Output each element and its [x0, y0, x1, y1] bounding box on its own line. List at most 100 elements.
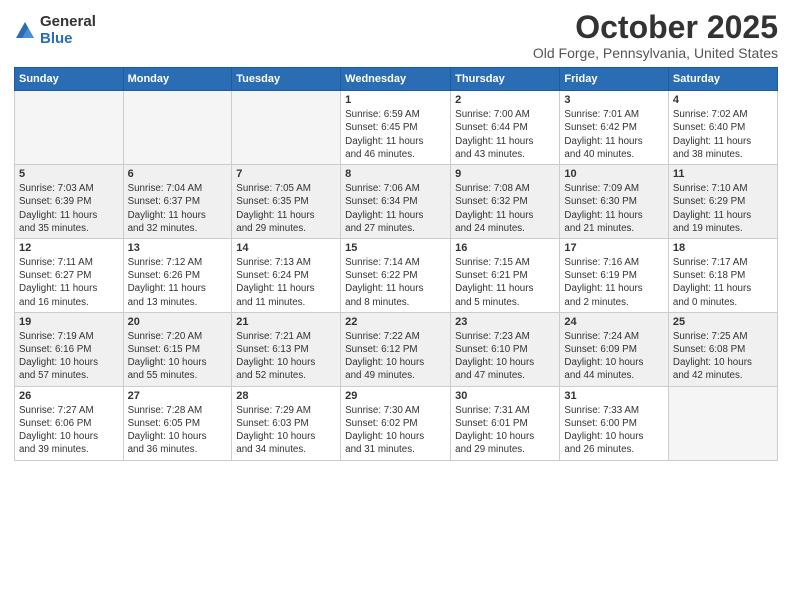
header: General Blue October 2025 Old Forge, Pen…	[14, 10, 778, 61]
table-row: 31 Sunrise: 7:33 AMSunset: 6:00 PMDayligh…	[560, 386, 668, 460]
table-row: 28 Sunrise: 7:29 AMSunset: 6:03 PMDayligh…	[232, 386, 341, 460]
table-row: 4 Sunrise: 7:02 AMSunset: 6:40 PMDaylight…	[668, 91, 777, 165]
day-info: Sunrise: 7:10 AMSunset: 6:29 PMDaylight:…	[673, 182, 773, 235]
table-row: 14 Sunrise: 7:13 AMSunset: 6:24 PMDayligh…	[232, 238, 341, 312]
day-number: 18	[673, 242, 773, 254]
day-info: Sunrise: 7:03 AMSunset: 6:39 PMDaylight:…	[19, 182, 119, 235]
header-saturday: Saturday	[668, 68, 777, 91]
day-number: 12	[19, 242, 119, 254]
day-number: 15	[345, 242, 446, 254]
table-row: 6 Sunrise: 7:04 AMSunset: 6:37 PMDaylight…	[123, 165, 232, 239]
table-row	[232, 91, 341, 165]
table-row: 17Sunrise: 7:16 AMSunset: 6:19 PMDayligh…	[560, 238, 668, 312]
table-row: 5Sunrise: 7:03 AMSunset: 6:39 PMDaylight…	[15, 165, 124, 239]
day-info: Sunrise: 7:19 AMSunset: 6:16 PMDaylight:…	[19, 330, 119, 383]
day-number: 31	[564, 390, 663, 402]
table-row: 13 Sunrise: 7:12 AMSunset: 6:26 PMDayligh…	[123, 238, 232, 312]
header-sunday: Sunday	[15, 68, 124, 91]
day-number: 14	[236, 242, 336, 254]
table-row: 18Sunrise: 7:17 AMSunset: 6:18 PMDayligh…	[668, 238, 777, 312]
day-number: 8	[345, 168, 446, 180]
day-number: 10	[564, 168, 663, 180]
table-row	[668, 386, 777, 460]
table-row: 21 Sunrise: 7:21 AMSunset: 6:13 PMDayligh…	[232, 312, 341, 386]
day-number: 28	[236, 390, 336, 402]
day-info: Sunrise: 7:11 AMSunset: 6:27 PMDaylight:…	[19, 256, 119, 309]
table-row: 11 Sunrise: 7:10 AMSunset: 6:29 PMDayligh…	[668, 165, 777, 239]
table-row: 15 Sunrise: 7:14 AMSunset: 6:22 PMDayligh…	[341, 238, 451, 312]
table-row: 30 Sunrise: 7:31 AMSunset: 6:01 PMDayligh…	[451, 386, 560, 460]
day-number: 27	[128, 390, 228, 402]
day-info: Sunrise: 7:29 AMSunset: 6:03 PMDaylight:…	[236, 404, 336, 457]
header-tuesday: Tuesday	[232, 68, 341, 91]
day-info: Sunrise: 7:06 AMSunset: 6:34 PMDaylight:…	[345, 182, 446, 235]
calendar-week-row: 26 Sunrise: 7:27 AMSunset: 6:06 PMDayligh…	[15, 386, 778, 460]
day-number: 6	[128, 168, 228, 180]
logo-general: General	[40, 14, 96, 31]
day-info: Sunrise: 7:13 AMSunset: 6:24 PMDaylight:…	[236, 256, 336, 309]
logo-blue: Blue	[40, 31, 96, 48]
table-row: 10 Sunrise: 7:09 AMSunset: 6:30 PMDayligh…	[560, 165, 668, 239]
day-info: Sunrise: 7:15 AMSunset: 6:21 PMDaylight:…	[455, 256, 555, 309]
header-friday: Friday	[560, 68, 668, 91]
day-info: Sunrise: 7:04 AMSunset: 6:37 PMDaylight:…	[128, 182, 228, 235]
day-info: Sunrise: 7:23 AMSunset: 6:10 PMDaylight:…	[455, 330, 555, 383]
table-row: 7 Sunrise: 7:05 AMSunset: 6:35 PMDaylight…	[232, 165, 341, 239]
table-row: 24Sunrise: 7:24 AMSunset: 6:09 PMDayligh…	[560, 312, 668, 386]
day-number: 21	[236, 316, 336, 328]
day-number: 25	[673, 316, 773, 328]
table-row: 25 Sunrise: 7:25 AMSunset: 6:08 PMDayligh…	[668, 312, 777, 386]
calendar-week-row: 5Sunrise: 7:03 AMSunset: 6:39 PMDaylight…	[15, 165, 778, 239]
day-info: Sunrise: 7:30 AMSunset: 6:02 PMDaylight:…	[345, 404, 446, 457]
day-number: 16	[455, 242, 555, 254]
day-number: 19	[19, 316, 119, 328]
day-info: Sunrise: 7:22 AMSunset: 6:12 PMDaylight:…	[345, 330, 446, 383]
day-info: Sunrise: 7:14 AMSunset: 6:22 PMDaylight:…	[345, 256, 446, 309]
day-info: Sunrise: 7:02 AMSunset: 6:40 PMDaylight:…	[673, 108, 773, 161]
day-number: 29	[345, 390, 446, 402]
day-info: Sunrise: 7:25 AMSunset: 6:08 PMDaylight:…	[673, 330, 773, 383]
day-number: 2	[455, 94, 555, 106]
table-row: 16 Sunrise: 7:15 AMSunset: 6:21 PMDayligh…	[451, 238, 560, 312]
logo: General Blue	[14, 14, 96, 47]
day-info: Sunrise: 7:27 AMSunset: 6:06 PMDaylight:…	[19, 404, 119, 457]
logo-text: General Blue	[40, 14, 96, 47]
day-number: 11	[673, 168, 773, 180]
calendar-table: Sunday Monday Tuesday Wednesday Thursday…	[14, 67, 778, 460]
day-number: 30	[455, 390, 555, 402]
day-number: 4	[673, 94, 773, 106]
day-info: Sunrise: 7:24 AMSunset: 6:09 PMDaylight:…	[564, 330, 663, 383]
table-row: 27 Sunrise: 7:28 AMSunset: 6:05 PMDayligh…	[123, 386, 232, 460]
day-info: Sunrise: 7:09 AMSunset: 6:30 PMDaylight:…	[564, 182, 663, 235]
calendar-header-row: Sunday Monday Tuesday Wednesday Thursday…	[15, 68, 778, 91]
day-number: 7	[236, 168, 336, 180]
table-row: 12 Sunrise: 7:11 AMSunset: 6:27 PMDayligh…	[15, 238, 124, 312]
day-info: Sunrise: 7:05 AMSunset: 6:35 PMDaylight:…	[236, 182, 336, 235]
header-thursday: Thursday	[451, 68, 560, 91]
page: General Blue October 2025 Old Forge, Pen…	[0, 0, 792, 612]
day-number: 23	[455, 316, 555, 328]
day-info: Sunrise: 7:21 AMSunset: 6:13 PMDaylight:…	[236, 330, 336, 383]
day-info: Sunrise: 6:59 AMSunset: 6:45 PMDaylight:…	[345, 108, 446, 161]
table-row: 2Sunrise: 7:00 AMSunset: 6:44 PMDaylight…	[451, 91, 560, 165]
day-info: Sunrise: 7:33 AMSunset: 6:00 PMDaylight:…	[564, 404, 663, 457]
title-area: October 2025 Old Forge, Pennsylvania, Un…	[533, 10, 778, 61]
table-row: 20Sunrise: 7:20 AMSunset: 6:15 PMDayligh…	[123, 312, 232, 386]
table-row: 26 Sunrise: 7:27 AMSunset: 6:06 PMDayligh…	[15, 386, 124, 460]
day-info: Sunrise: 7:31 AMSunset: 6:01 PMDaylight:…	[455, 404, 555, 457]
day-number: 13	[128, 242, 228, 254]
calendar-week-row: 19 Sunrise: 7:19 AMSunset: 6:16 PMDayligh…	[15, 312, 778, 386]
calendar-week-row: 12 Sunrise: 7:11 AMSunset: 6:27 PMDayligh…	[15, 238, 778, 312]
day-info: Sunrise: 7:12 AMSunset: 6:26 PMDaylight:…	[128, 256, 228, 309]
table-row: 3Sunrise: 7:01 AMSunset: 6:42 PMDaylight…	[560, 91, 668, 165]
calendar-week-row: 1Sunrise: 6:59 AMSunset: 6:45 PMDaylight…	[15, 91, 778, 165]
day-number: 26	[19, 390, 119, 402]
day-info: Sunrise: 7:20 AMSunset: 6:15 PMDaylight:…	[128, 330, 228, 383]
day-info: Sunrise: 7:08 AMSunset: 6:32 PMDaylight:…	[455, 182, 555, 235]
day-number: 9	[455, 168, 555, 180]
day-number: 22	[345, 316, 446, 328]
table-row	[15, 91, 124, 165]
table-row: 9 Sunrise: 7:08 AMSunset: 6:32 PMDaylight…	[451, 165, 560, 239]
day-number: 3	[564, 94, 663, 106]
day-info: Sunrise: 7:28 AMSunset: 6:05 PMDaylight:…	[128, 404, 228, 457]
